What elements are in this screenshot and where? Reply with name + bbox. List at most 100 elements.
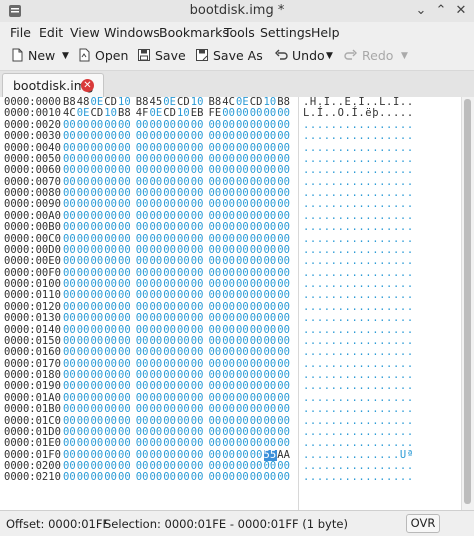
hex-bytes[interactable]: 0000000000 0000000000 000000000000 bbox=[63, 130, 291, 142]
menu-view[interactable]: View bbox=[70, 25, 100, 40]
hex-row[interactable]: 0000:01E0 0000000000 0000000000 00000000000… bbox=[0, 437, 462, 449]
hex-byte[interactable]: 00 bbox=[163, 164, 177, 176]
hex-byte[interactable]: 00 bbox=[118, 221, 132, 233]
hex-row[interactable]: 0000:0130 0000000000 0000000000 00000000000… bbox=[0, 312, 462, 324]
hex-byte[interactable]: 00 bbox=[191, 221, 205, 233]
hex-byte[interactable]: 00 bbox=[163, 221, 177, 233]
hex-bytes[interactable]: 0000000000 0000000000 000000000000 bbox=[63, 437, 291, 449]
hex-byte[interactable]: 00 bbox=[222, 130, 236, 142]
hex-byte[interactable]: 00 bbox=[177, 312, 191, 324]
hex-byte[interactable]: 00 bbox=[118, 403, 132, 415]
hex-byte[interactable]: 00 bbox=[236, 255, 250, 267]
hex-row[interactable]: 0000:00E0 0000000000 0000000000 00000000000… bbox=[0, 255, 462, 267]
scrollbar-thumb[interactable] bbox=[464, 99, 471, 504]
hex-byte[interactable]: 00 bbox=[150, 403, 164, 415]
hex-byte[interactable]: 00 bbox=[136, 255, 150, 267]
tab-bootdisk[interactable]: bootdisk.img ✕ bbox=[2, 73, 104, 98]
hex-byte[interactable]: 00 bbox=[136, 346, 150, 358]
hex-byte[interactable]: 00 bbox=[250, 130, 264, 142]
hex-byte[interactable]: 00 bbox=[222, 346, 236, 358]
hex-byte[interactable]: 00 bbox=[163, 403, 177, 415]
hex-row[interactable]: 0000:0160 0000000000 0000000000 00000000000… bbox=[0, 346, 462, 358]
hex-bytes[interactable]: 0000000000 0000000000 000000000000 bbox=[63, 221, 291, 233]
hex-byte[interactable]: 00 bbox=[277, 346, 291, 358]
menu-settings[interactable]: Settings bbox=[260, 25, 311, 40]
hex-byte[interactable]: 00 bbox=[63, 437, 77, 449]
hex-byte[interactable]: 00 bbox=[150, 164, 164, 176]
hex-byte[interactable]: 00 bbox=[136, 312, 150, 324]
hex-byte[interactable]: 00 bbox=[222, 221, 236, 233]
hex-row[interactable]: 0000:01B0 0000000000 0000000000 00000000000… bbox=[0, 403, 462, 415]
hex-byte[interactable]: 00 bbox=[91, 130, 105, 142]
hex-byte[interactable]: 00 bbox=[77, 221, 91, 233]
ascii-text[interactable]: ................ bbox=[303, 255, 414, 267]
hex-byte[interactable]: 00 bbox=[191, 346, 205, 358]
hex-byte[interactable]: 00 bbox=[250, 403, 264, 415]
hex-byte[interactable]: 00 bbox=[163, 471, 177, 483]
hex-byte[interactable]: 00 bbox=[118, 255, 132, 267]
hex-rows[interactable]: 0000:0000 B8480ECD10 B8450ECD10 B84C0ECD10B… bbox=[0, 97, 462, 510]
hex-byte[interactable]: 00 bbox=[277, 221, 291, 233]
hex-byte[interactable]: 00 bbox=[77, 255, 91, 267]
hex-byte[interactable]: 00 bbox=[277, 312, 291, 324]
hex-bytes[interactable]: 0000000000 0000000000 000000000000 bbox=[63, 346, 291, 358]
hex-byte[interactable]: 00 bbox=[191, 255, 205, 267]
hex-byte[interactable]: 00 bbox=[118, 312, 132, 324]
hex-byte[interactable]: 00 bbox=[177, 221, 191, 233]
hex-editor[interactable]: 0000:0000 B8480ECD10 B8450ECD10 B84C0ECD10B… bbox=[0, 97, 474, 510]
hex-byte[interactable]: 00 bbox=[250, 471, 264, 483]
ascii-text[interactable]: ................ bbox=[303, 221, 414, 233]
new-button[interactable]: New bbox=[10, 46, 55, 66]
hex-byte[interactable]: 00 bbox=[277, 437, 291, 449]
hex-byte[interactable]: 00 bbox=[63, 255, 77, 267]
hex-byte[interactable]: 00 bbox=[118, 130, 132, 142]
hex-byte[interactable]: 00 bbox=[264, 437, 278, 449]
close-window-icon[interactable]: ✕ bbox=[454, 4, 468, 18]
hex-byte[interactable]: 00 bbox=[209, 312, 223, 324]
hex-byte[interactable]: 00 bbox=[236, 437, 250, 449]
hex-byte[interactable]: 00 bbox=[91, 221, 105, 233]
hex-byte[interactable]: 00 bbox=[104, 221, 118, 233]
menu-windows[interactable]: Windows bbox=[104, 25, 160, 40]
undo-dropdown-chevron-icon[interactable]: ▼ bbox=[326, 46, 333, 66]
redo-dropdown-chevron-icon[interactable]: ▼ bbox=[401, 46, 408, 66]
hex-byte[interactable]: 00 bbox=[118, 471, 132, 483]
menu-bookmarks[interactable]: Bookmarks bbox=[159, 25, 229, 40]
hex-byte[interactable]: 00 bbox=[264, 403, 278, 415]
hex-byte[interactable]: 00 bbox=[264, 346, 278, 358]
hex-byte[interactable]: 00 bbox=[177, 471, 191, 483]
hex-bytes[interactable]: 0000000000 0000000000 000000000000 bbox=[63, 312, 291, 324]
save-as-button[interactable]: Save As bbox=[195, 46, 263, 66]
hex-byte[interactable]: 00 bbox=[209, 403, 223, 415]
hex-byte[interactable]: 00 bbox=[91, 471, 105, 483]
hex-bytes[interactable]: 0000000000 0000000000 000000000000 bbox=[63, 164, 291, 176]
hex-byte[interactable]: 00 bbox=[104, 346, 118, 358]
hex-byte[interactable]: 00 bbox=[177, 403, 191, 415]
hex-byte[interactable]: 00 bbox=[104, 403, 118, 415]
hex-byte[interactable]: 00 bbox=[150, 437, 164, 449]
ascii-text[interactable]: ................ bbox=[303, 437, 414, 449]
hex-byte[interactable]: 00 bbox=[222, 312, 236, 324]
hex-byte[interactable]: 00 bbox=[77, 471, 91, 483]
hex-byte[interactable]: 00 bbox=[118, 164, 132, 176]
hex-byte[interactable]: 00 bbox=[118, 437, 132, 449]
hex-byte[interactable]: 00 bbox=[236, 403, 250, 415]
ascii-text[interactable]: ................ bbox=[303, 403, 414, 415]
hex-row[interactable]: 0000:0210 0000000000 0000000000 00000000000… bbox=[0, 471, 462, 483]
hex-byte[interactable]: 00 bbox=[91, 312, 105, 324]
hex-byte[interactable]: 00 bbox=[163, 255, 177, 267]
hex-byte[interactable]: 00 bbox=[250, 312, 264, 324]
hex-byte[interactable]: 00 bbox=[236, 471, 250, 483]
hex-bytes[interactable]: 0000000000 0000000000 000000000000 bbox=[63, 255, 291, 267]
hex-byte[interactable]: 00 bbox=[191, 437, 205, 449]
hex-byte[interactable]: 00 bbox=[250, 221, 264, 233]
hex-byte[interactable]: 00 bbox=[191, 403, 205, 415]
hex-byte[interactable]: 00 bbox=[104, 437, 118, 449]
hex-byte[interactable]: 00 bbox=[63, 403, 77, 415]
maximize-icon[interactable]: ⌃ bbox=[434, 4, 448, 18]
hex-byte[interactable]: 00 bbox=[250, 437, 264, 449]
vertical-scrollbar[interactable] bbox=[461, 97, 474, 510]
hex-byte[interactable]: 00 bbox=[177, 346, 191, 358]
hex-byte[interactable]: 00 bbox=[150, 346, 164, 358]
close-tab-icon[interactable]: ✕ bbox=[81, 79, 94, 92]
